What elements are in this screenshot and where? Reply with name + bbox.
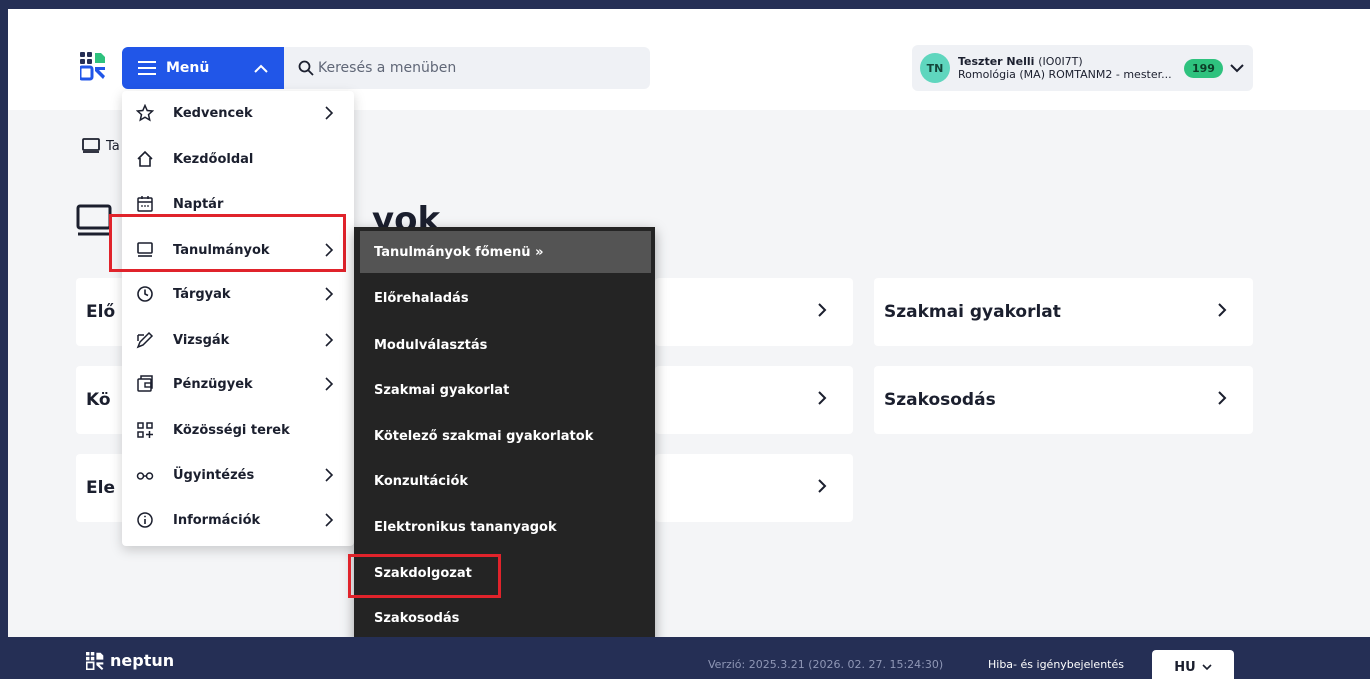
chevron-right-icon xyxy=(818,479,827,493)
book-icon xyxy=(82,138,100,153)
avatar: TN xyxy=(920,53,950,83)
highlight-box-tanulmanyok xyxy=(109,214,346,272)
menu-item-targyak[interactable]: Tárgyak xyxy=(122,274,354,314)
info-icon xyxy=(137,512,153,528)
chevron-right-icon xyxy=(818,303,827,317)
card-szakmai-gyakorlat[interactable]: Szakmai gyakorlat xyxy=(874,278,1253,346)
chevron-down-icon xyxy=(1202,663,1212,670)
menu-search-input[interactable] xyxy=(318,60,638,76)
hamburger-icon xyxy=(138,61,156,75)
chevron-right-icon xyxy=(325,513,334,527)
footer: neptun Verzió: 2025.3.21 (2026. 02. 27. … xyxy=(8,637,1370,679)
chevron-right-icon xyxy=(325,468,334,482)
search-icon xyxy=(298,60,314,76)
top-strip xyxy=(8,0,1370,9)
home-icon xyxy=(137,150,153,167)
user-program: Romológia (MA) ROMTANM2 - mester... xyxy=(958,68,1172,81)
chevron-up-icon xyxy=(254,64,268,73)
chevron-right-icon xyxy=(818,391,827,405)
submenu-item-szakosodas[interactable]: Szakosodás xyxy=(360,598,651,638)
menu-search[interactable] xyxy=(284,47,650,89)
chevron-down-icon xyxy=(1230,64,1244,73)
menu-item-kozossegi-terek[interactable]: Közösségi terek xyxy=(122,410,354,450)
menu-item-informaciok[interactable]: Információk xyxy=(122,500,354,540)
grid-icon xyxy=(137,422,153,438)
card-hidden-3[interactable] xyxy=(655,454,853,522)
card-hidden-2[interactable] xyxy=(655,366,853,434)
user-profile-selector[interactable]: TN Teszter Nelli (IO0I7T) Romológia (MA)… xyxy=(912,45,1253,91)
chevron-right-icon xyxy=(1218,391,1227,405)
card-hidden-1[interactable] xyxy=(655,278,853,346)
card-szakosodas[interactable]: Szakosodás xyxy=(874,366,1253,434)
footer-brand-text: neptun xyxy=(110,651,175,670)
footer-brand[interactable]: neptun xyxy=(86,651,174,670)
submenu-item-konzultaciok[interactable]: Konzultációk xyxy=(360,461,651,501)
pen-icon xyxy=(136,331,154,349)
chevron-right-icon xyxy=(325,287,334,301)
star-icon xyxy=(136,104,154,122)
submenu-item-szakmai-gyakorlat[interactable]: Szakmai gyakorlat xyxy=(360,370,651,410)
submenu-item-kotelezo-szakmai-gyakorlatok[interactable]: Kötelező szakmai gyakorlatok xyxy=(360,416,651,456)
book-icon xyxy=(76,204,112,236)
calendar-icon xyxy=(137,196,153,212)
menu-button[interactable]: Menü xyxy=(122,47,284,89)
notification-count-badge[interactable]: 199 xyxy=(1184,58,1223,78)
breadcrumb: Ta xyxy=(82,138,120,154)
language-selector[interactable]: HU xyxy=(1152,650,1234,679)
menu-button-label: Menü xyxy=(166,60,210,76)
footer-version: Verzió: 2025.3.21 (2026. 02. 27. 15:24:3… xyxy=(708,658,944,671)
window-frame-left xyxy=(0,0,8,679)
menu-item-penzugyek[interactable]: Pénzügyek xyxy=(122,364,354,404)
highlight-box-szakdolgozat xyxy=(348,554,501,598)
user-code: (IO0I7T) xyxy=(1038,55,1083,68)
submenu-item-elektronikus-tananyagok[interactable]: Elektronikus tananyagok xyxy=(360,507,651,547)
submenu-item-elorehaladas[interactable]: Előrehaladás xyxy=(360,278,651,318)
chevron-right-icon xyxy=(325,106,334,120)
breadcrumb-item[interactable]: Ta xyxy=(106,139,120,154)
menu-item-kedvencek[interactable]: Kedvencek xyxy=(122,93,354,133)
submenu-item-modulvalasztas[interactable]: Modulválasztás xyxy=(360,325,651,365)
wallet-icon xyxy=(137,375,153,392)
chevron-right-icon xyxy=(325,377,334,391)
submenu-main-link[interactable]: Tanulmányok főmenü » xyxy=(360,231,651,273)
menu-item-vizsgak[interactable]: Vizsgák xyxy=(122,320,354,360)
language-code: HU xyxy=(1174,659,1196,675)
user-name: Teszter Nelli xyxy=(958,55,1035,68)
menu-item-ugyintezes[interactable]: Ügyintézés xyxy=(122,455,354,495)
neptun-logo-icon xyxy=(86,651,104,670)
main-menu-dropdown: Kedvencek Kezdőoldal Naptár Tanulmányok … xyxy=(122,91,354,546)
footer-report-link[interactable]: Hiba- és igénybejelentés xyxy=(988,658,1124,671)
chevron-right-icon xyxy=(325,333,334,347)
glasses-icon xyxy=(136,472,154,480)
chevron-right-icon xyxy=(1218,303,1227,317)
clock-icon xyxy=(137,286,153,302)
neptun-logo-icon[interactable] xyxy=(80,52,106,82)
menu-item-kezdooldal[interactable]: Kezdőoldal xyxy=(122,139,354,179)
